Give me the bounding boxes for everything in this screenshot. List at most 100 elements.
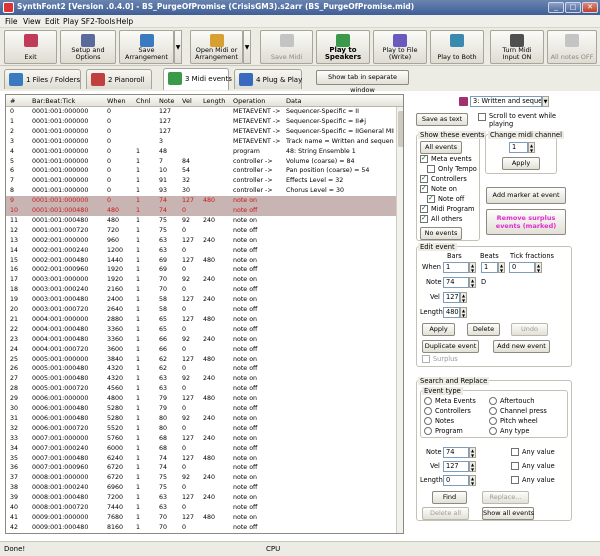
menu-sf2-tools[interactable]: SF2-Tools xyxy=(81,17,115,26)
table-row[interactable]: 39 0008:001:000480 7200 1 63 127 240 note on xyxy=(6,493,403,503)
table-row[interactable]: 33 0007:001:000000 5760 1 68 127 240 note on xyxy=(6,434,403,444)
table-row[interactable]: 14 0002:001:000240 1200 1 63 0 note off xyxy=(6,246,403,256)
tab-pianoroll[interactable]: 2 Pianoroll xyxy=(86,69,152,89)
col-data[interactable]: Data xyxy=(286,97,302,105)
meta-events-radio[interactable] xyxy=(424,397,432,405)
vel-spinner[interactable]: ▲ ▼ xyxy=(460,292,467,303)
table-row[interactable]: 22 0004:001:000480 3360 1 65 0 note off xyxy=(6,325,403,335)
table-row[interactable]: 38 0008:001:000240 6960 1 75 0 note off xyxy=(6,483,403,493)
bars-spinner[interactable]: ▲ ▼ xyxy=(469,262,476,273)
table-row[interactable]: 8 0001:001:000000 0 1 93 30 controller -> Choru… xyxy=(6,186,403,196)
ticks-input[interactable]: 0 xyxy=(509,262,535,273)
table-row[interactable]: 1 0001:001:000000 0 127 METAEVENT -> Sequence… xyxy=(6,117,403,127)
table-row[interactable]: 20 0003:001:000720 2640 1 58 0 note off xyxy=(6,305,403,315)
event-delete-button[interactable]: Delete xyxy=(467,323,500,336)
col-bar-beat-tick[interactable]: Bar:Beat:Tick xyxy=(32,97,75,105)
col-channel[interactable]: Chnl xyxy=(136,97,151,105)
length-input[interactable]: 480 xyxy=(443,307,460,318)
scrollbar-thumb[interactable] xyxy=(398,111,403,147)
search-note-input[interactable]: 74 xyxy=(443,447,469,458)
table-row[interactable]: 0 0001:001:000000 0 127 METAEVENT -> Sequence… xyxy=(6,107,403,117)
event-undo-button[interactable]: Undo xyxy=(511,323,548,336)
table-row[interactable]: 3 0001:001:000000 0 3 METAEVENT -> Track name… xyxy=(6,137,403,147)
search-note-spinner[interactable]: ▲ ▼ xyxy=(469,447,476,458)
close-button[interactable]: ✕ xyxy=(582,2,598,13)
table-row[interactable]: 24 0004:001:000720 3600 1 66 0 note off xyxy=(6,345,403,355)
table-row[interactable]: 9 0001:001:000000 0 1 74 127 480 note on xyxy=(6,196,403,206)
find-button[interactable]: Find xyxy=(432,491,467,504)
note-on-checkbox[interactable] xyxy=(420,184,428,193)
controllers-checkbox[interactable] xyxy=(420,174,428,183)
channel-input[interactable]: 1 xyxy=(509,142,528,153)
table-row[interactable]: 18 0003:001:000240 2160 1 70 0 note off xyxy=(6,285,403,295)
table-row[interactable]: 23 0004:001:000480 3360 1 66 92 240 note on xyxy=(6,335,403,345)
search-vel-input[interactable]: 127 xyxy=(443,461,469,472)
note-spinner[interactable]: ▲ ▼ xyxy=(469,277,476,288)
play-to-both-button[interactable]: Play to Both xyxy=(430,30,484,64)
channel-press-radio[interactable] xyxy=(489,407,497,415)
tab-plug-play[interactable]: 4 Plug & Play xyxy=(234,69,302,89)
menu-view[interactable]: View xyxy=(23,17,41,26)
midi-input-button[interactable]: Turn Midi Input ON xyxy=(490,30,544,64)
midi-program-checkbox[interactable] xyxy=(420,204,428,213)
open-midi-button[interactable]: Open Midi or Arrangement xyxy=(190,30,243,64)
table-row[interactable]: 29 0006:001:000000 4800 1 79 127 480 note on xyxy=(6,394,403,404)
program-radio[interactable] xyxy=(424,427,432,435)
table-row[interactable]: 13 0002:001:000000 960 1 63 127 240 note on xyxy=(6,236,403,246)
delete-all-button[interactable]: Delete all xyxy=(422,507,469,520)
remove-surplus-button[interactable]: Remove surplus events (marked) xyxy=(486,209,566,235)
table-row[interactable]: 25 0005:001:000000 3840 1 62 127 480 note on xyxy=(6,355,403,365)
save-dropdown-button[interactable]: ▼ xyxy=(174,30,182,64)
table-row[interactable]: 6 0001:001:000000 0 1 10 54 controller -> Pan p… xyxy=(6,166,403,176)
col-operation[interactable]: Operation xyxy=(233,97,265,105)
tab-midi-events[interactable]: 3 Midi events xyxy=(163,68,232,90)
col-note[interactable]: Note xyxy=(159,97,174,105)
ticks-spinner[interactable]: ▲ ▼ xyxy=(535,262,542,273)
open-dropdown-button[interactable]: ▼ xyxy=(243,30,251,64)
table-row[interactable]: 42 0009:001:000480 8160 1 70 0 note off xyxy=(6,523,403,533)
table-row[interactable]: 26 0005:001:000480 4320 1 62 0 note off xyxy=(6,364,403,374)
separate-window-button[interactable]: Show tab in separate window xyxy=(316,70,409,94)
beats-spinner[interactable]: ▲ ▼ xyxy=(498,262,505,273)
table-row[interactable]: 5 0001:001:000000 0 1 7 84 controller -> Volume… xyxy=(6,157,403,167)
vel-any-value-checkbox[interactable] xyxy=(511,462,519,470)
col-index[interactable]: # xyxy=(10,97,15,105)
table-row[interactable]: 36 0007:001:000960 6720 1 74 0 note off xyxy=(6,463,403,473)
duplicate-event-button[interactable]: Duplicate event xyxy=(422,340,479,353)
menu-play[interactable]: Play xyxy=(63,17,79,26)
beats-input[interactable]: 1 xyxy=(481,262,498,273)
all-events-button[interactable]: All events xyxy=(420,141,462,154)
table-row[interactable]: 10 0001:001:000480 480 1 74 0 note off xyxy=(6,206,403,216)
event-apply-button[interactable]: Apply xyxy=(422,323,455,336)
setup-options-button[interactable]: Setup and Options xyxy=(60,30,116,64)
col-vel[interactable]: Vel xyxy=(182,97,192,105)
notes-radio[interactable] xyxy=(424,417,432,425)
controllers-radio[interactable] xyxy=(424,407,432,415)
save-as-text-button[interactable]: Save as text xyxy=(416,113,468,126)
aftertouch-radio[interactable] xyxy=(489,397,497,405)
meta-events-checkbox[interactable] xyxy=(420,154,428,163)
add-marker-button[interactable]: Add marker at event xyxy=(486,187,566,204)
show-all-events-button[interactable]: Show all events xyxy=(482,507,534,520)
col-length[interactable]: Length xyxy=(203,97,225,105)
table-scrollbar[interactable] xyxy=(396,107,403,533)
length-spinner[interactable]: ▲ ▼ xyxy=(460,307,467,318)
add-new-event-button[interactable]: Add new event xyxy=(493,340,550,353)
maximize-button[interactable]: □ xyxy=(565,2,581,13)
table-row[interactable]: 37 0008:001:000000 6720 1 75 92 240 note on xyxy=(6,473,403,483)
menu-file[interactable]: File xyxy=(5,17,18,26)
minimize-button[interactable]: _ xyxy=(548,2,564,13)
table-row[interactable]: 16 0002:001:000960 1920 1 69 0 note off xyxy=(6,265,403,275)
scroll-to-event-checkbox[interactable] xyxy=(478,113,486,121)
track-select[interactable]: 3: Written and sequenc xyxy=(470,96,542,107)
track-dropdown-arrow[interactable]: ▼ xyxy=(542,96,549,107)
table-row[interactable]: 15 0002:001:000480 1440 1 69 127 480 note on xyxy=(6,256,403,266)
tab-files-folders[interactable]: 1 Files / Folders xyxy=(4,69,81,89)
note-off-checkbox[interactable] xyxy=(427,194,435,203)
no-events-button[interactable]: No events xyxy=(420,227,462,240)
table-row[interactable]: 19 0003:001:000480 2400 1 58 127 240 note on xyxy=(6,295,403,305)
only-tempo-checkbox[interactable] xyxy=(427,165,435,173)
vel-input[interactable]: 127 xyxy=(443,292,460,303)
table-row[interactable]: 31 0006:001:000480 5280 1 80 92 240 note on xyxy=(6,414,403,424)
search-length-input[interactable]: 0 xyxy=(443,475,469,486)
